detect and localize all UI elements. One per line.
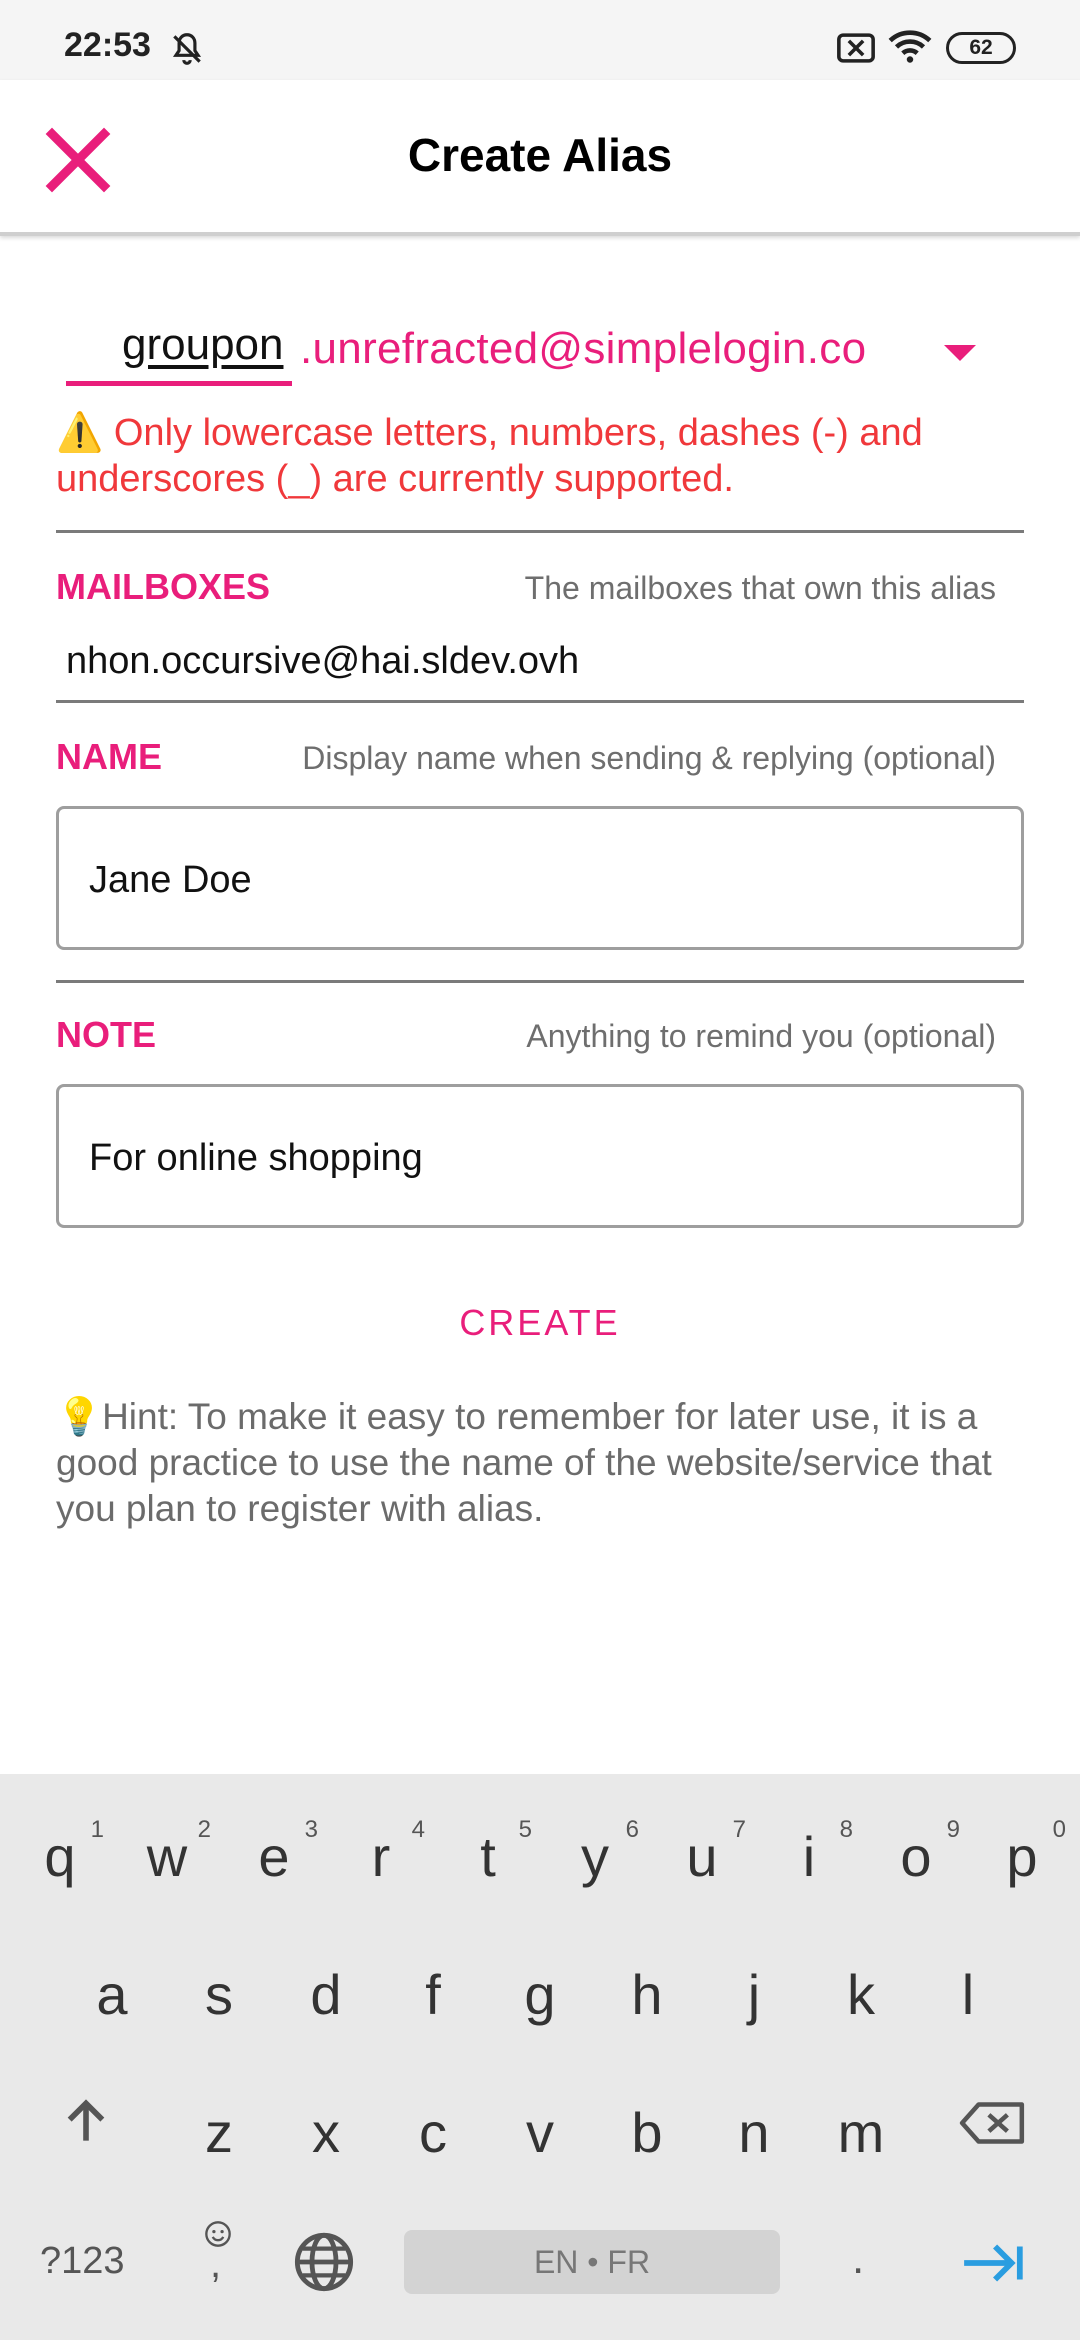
key-f[interactable]: f <box>381 1932 485 2052</box>
key-hint: 7 <box>732 1816 746 1843</box>
key-hint: 0 <box>1052 1816 1066 1843</box>
key-z[interactable]: z <box>167 2070 271 2190</box>
key-y[interactable]: y6 <box>543 1794 647 1914</box>
backspace-icon[interactable] <box>958 2098 1028 2148</box>
key-r[interactable]: r4 <box>329 1794 433 1914</box>
note-input[interactable]: For online shopping <box>56 1084 1024 1228</box>
key-hint: 1 <box>90 1816 104 1843</box>
key-h[interactable]: h <box>595 1932 699 2052</box>
key-hint: 4 <box>411 1816 425 1843</box>
key-label: a <box>96 1963 128 2026</box>
note-input-value: For online shopping <box>89 1137 423 1179</box>
name-input[interactable]: Jane Doe <box>56 806 1024 950</box>
name-hint: Display name when sending & replying (op… <box>302 740 996 776</box>
key-label: k <box>847 1963 875 2026</box>
key-e[interactable]: e3 <box>222 1794 326 1914</box>
key-label: n <box>738 2101 770 2164</box>
key-hint: 5 <box>518 1816 532 1843</box>
key-g[interactable]: g <box>488 1932 592 2052</box>
key-t[interactable]: t5 <box>436 1794 540 1914</box>
alias-prefix-input[interactable]: groupon <box>66 316 292 386</box>
key-hint: 8 <box>839 1816 853 1843</box>
key-label: s <box>205 1963 233 2026</box>
wifi-icon <box>888 30 932 63</box>
mailboxes-label: MAILBOXES <box>56 566 271 607</box>
key-label: h <box>631 1963 663 2026</box>
key-b[interactable]: b <box>595 2070 699 2190</box>
name-label: NAME <box>56 736 162 777</box>
divider <box>56 980 1024 983</box>
key-label: c <box>419 2101 447 2164</box>
symbols-key[interactable]: ?123 <box>40 2240 125 2283</box>
key-hint: 6 <box>625 1816 639 1843</box>
battery-level: 62 <box>969 36 993 59</box>
globe-icon[interactable] <box>292 2230 356 2294</box>
key-i[interactable]: i8 <box>757 1794 861 1914</box>
status-bar: 22:53 62 <box>0 0 1080 80</box>
key-j[interactable]: j <box>702 1932 806 2052</box>
space-bar[interactable]: EN • FR <box>404 2230 780 2294</box>
key-u[interactable]: u7 <box>650 1794 754 1914</box>
note-label: NOTE <box>56 1014 157 1055</box>
key-a[interactable]: a <box>60 1932 164 2052</box>
no-sim-icon <box>837 33 875 63</box>
create-button[interactable]: CREATE <box>0 1302 1080 1344</box>
key-label: z <box>205 2101 233 2164</box>
divider <box>56 700 1024 703</box>
key-s[interactable]: s <box>167 1932 271 2052</box>
key-p[interactable]: p0 <box>970 1794 1074 1914</box>
battery-indicator: 62 <box>946 32 1016 64</box>
key-hint: 9 <box>946 1816 960 1843</box>
key-m[interactable]: m <box>809 2070 913 2190</box>
key-q[interactable]: q1 <box>8 1794 112 1914</box>
key-label: g <box>524 1963 556 2026</box>
divider <box>56 530 1024 533</box>
shift-icon[interactable] <box>58 2094 114 2150</box>
key-label: l <box>961 1963 975 2026</box>
alias-prefix-value: groupon <box>122 320 284 369</box>
mailbox-selector[interactable]: nhon.occursive@hai.sldev.ovh <box>66 640 579 683</box>
note-hint: Anything to remind you (optional) <box>526 1018 996 1054</box>
key-k[interactable]: k <box>809 1932 913 2052</box>
name-input-value: Jane Doe <box>89 859 252 901</box>
key-hint: 2 <box>197 1816 211 1843</box>
on-screen-keyboard: q1 w2 e3 r4 t5 y6 u7 i8 o9 p0 a s d f g … <box>0 1774 1080 2340</box>
comma-label: , <box>210 2242 222 2286</box>
status-time: 22:53 <box>64 26 151 64</box>
key-o[interactable]: o9 <box>864 1794 968 1914</box>
page-title: Create Alias <box>407 129 673 181</box>
key-label: m <box>837 2101 885 2164</box>
key-hint: 3 <box>304 1816 318 1843</box>
period-key[interactable]: . <box>852 2234 864 2284</box>
key-c[interactable]: c <box>381 2070 485 2190</box>
key-label: f <box>425 1963 441 2026</box>
key-label: b <box>631 2101 663 2164</box>
key-v[interactable]: v <box>488 2070 592 2190</box>
key-w[interactable]: w2 <box>115 1794 219 1914</box>
emoji-comma-key[interactable]: , <box>196 2214 240 2304</box>
key-d[interactable]: d <box>274 1932 378 2052</box>
hint-text: 💡Hint: To make it easy to remember for l… <box>56 1396 992 1529</box>
validation-warning: ⚠️ Only lowercase letters, numbers, dash… <box>56 412 923 500</box>
key-label: v <box>526 2101 554 2164</box>
key-label: x <box>312 2101 340 2164</box>
bell-muted-icon <box>172 33 202 65</box>
key-n[interactable]: n <box>702 2070 806 2190</box>
key-label: d <box>310 1963 342 2026</box>
mailboxes-hint: The mailboxes that own this alias <box>524 570 996 606</box>
key-x[interactable]: x <box>274 2070 378 2190</box>
next-arrow-icon[interactable] <box>960 2240 1026 2286</box>
key-label: j <box>747 1963 761 2026</box>
app-bar: Create Alias <box>0 80 1080 236</box>
key-l[interactable]: l <box>916 1932 1020 2052</box>
alias-suffix-select[interactable]: .unrefracted@simplelogin.co <box>300 324 866 374</box>
chevron-down-icon[interactable] <box>940 338 980 368</box>
